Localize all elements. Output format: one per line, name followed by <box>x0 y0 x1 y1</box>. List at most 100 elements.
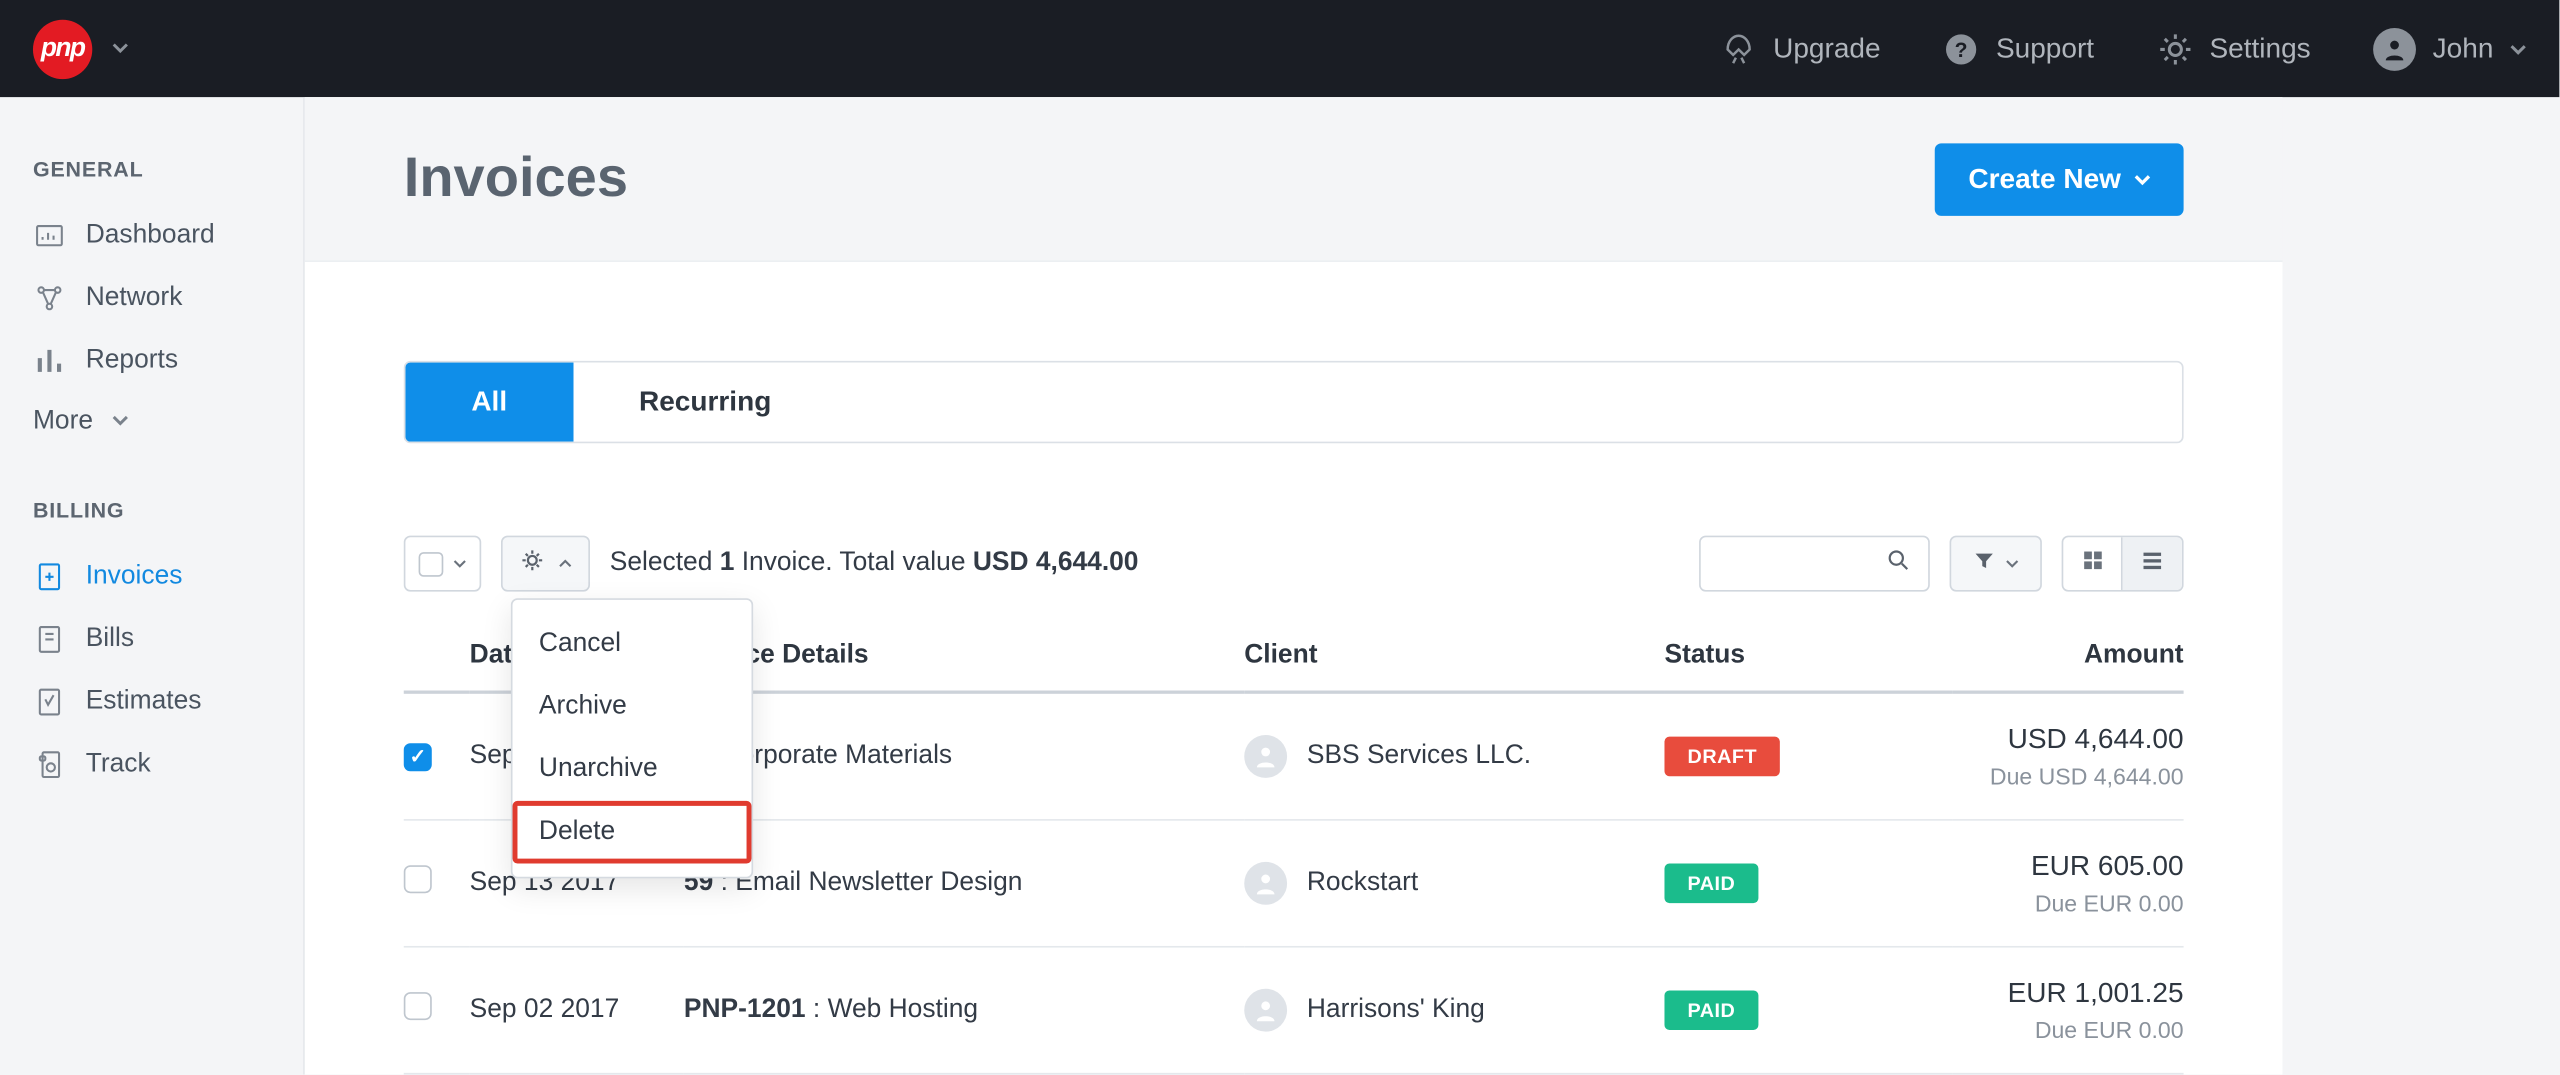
sidebar-item-label: Network <box>86 283 183 313</box>
th-client[interactable]: Client <box>1244 641 1664 692</box>
chevron-down-icon <box>2510 32 2526 65</box>
row-checkbox[interactable] <box>404 865 432 893</box>
tab-all[interactable]: All <box>405 363 573 442</box>
page-title: Invoices <box>404 147 1936 211</box>
nav-support[interactable]: ? Support <box>1943 30 2094 66</box>
sidebar-item-invoices[interactable]: Invoices <box>33 545 283 608</box>
nav-user-menu[interactable]: John <box>2373 27 2526 70</box>
th-details[interactable]: Invoice Details <box>684 641 1244 692</box>
status-badge: PAID <box>1664 864 1758 904</box>
status-badge: DRAFT <box>1664 737 1780 777</box>
cell-status: PAID <box>1664 820 1952 947</box>
nav-support-label: Support <box>1996 32 2094 65</box>
sidebar: GENERAL Dashboard Network Reports More B… <box>0 97 305 1074</box>
cell-details: 6 : Corporate Materials <box>684 692 1244 820</box>
gear-icon <box>2157 30 2193 66</box>
sidebar-item-network[interactable]: Network <box>33 267 283 330</box>
sidebar-item-more[interactable]: More <box>33 392 283 451</box>
select-all-dropdown[interactable] <box>404 536 481 592</box>
menu-item-unarchive[interactable]: Unarchive <box>513 738 752 801</box>
chevron-down-icon <box>112 34 128 64</box>
view-list-button[interactable] <box>2123 537 2182 590</box>
cell-status: DRAFT <box>1664 692 1952 820</box>
list-icon <box>2139 546 2165 581</box>
menu-item-archive[interactable]: Archive <box>513 676 752 739</box>
sidebar-item-dashboard[interactable]: Dashboard <box>33 204 283 267</box>
caret-up-icon <box>559 549 572 579</box>
track-icon <box>33 748 66 781</box>
client-avatar-icon <box>1244 989 1287 1032</box>
tab-bar: All Recurring <box>404 361 2184 443</box>
filter-icon <box>1973 548 1996 579</box>
gear-icon <box>519 546 545 581</box>
selection-summary: Selected 1 Invoice. Total value USD 4,64… <box>610 549 1139 579</box>
checkbox-icon <box>419 551 444 576</box>
filter-button[interactable] <box>1950 536 2042 592</box>
sidebar-item-label: Track <box>86 750 151 780</box>
nav-settings[interactable]: Settings <box>2157 30 2311 66</box>
client-avatar-icon <box>1244 735 1287 778</box>
sidebar-item-label: More <box>33 407 93 437</box>
sidebar-item-reports[interactable]: Reports <box>33 330 283 393</box>
menu-item-cancel[interactable]: Cancel <box>513 613 752 676</box>
client-avatar-icon <box>1244 862 1287 905</box>
search-icon <box>1885 546 1911 581</box>
brand-logo: pnp <box>33 19 92 78</box>
cell-status: PAID <box>1664 947 1952 1074</box>
cell-date: Sep 02 2017 <box>470 947 684 1074</box>
cell-client: SBS Services LLC. <box>1244 692 1664 820</box>
view-toggle <box>2062 536 2184 592</box>
nav-upgrade-label: Upgrade <box>1773 32 1880 65</box>
grid-icon <box>2079 546 2105 581</box>
table-row[interactable]: Sep 02 2017PNP-1201 : Web HostingHarriso… <box>404 947 2184 1074</box>
tab-recurring[interactable]: Recurring <box>573 363 837 442</box>
cell-amount: USD 4,644.00Due USD 4,644.00 <box>1953 692 2184 820</box>
invoice-icon <box>33 560 66 593</box>
menu-item-delete[interactable]: Delete <box>513 801 752 864</box>
table-toolbar: Cancel Archive Unarchive Delete Selected… <box>404 536 2184 592</box>
nav-settings-label: Settings <box>2209 32 2310 65</box>
bulk-actions-menu: Cancel Archive Unarchive Delete <box>511 598 753 878</box>
cell-amount: EUR 1,001.25Due EUR 0.00 <box>1953 947 2184 1074</box>
user-avatar-icon <box>2373 27 2416 70</box>
estimates-icon <box>33 686 66 719</box>
network-icon <box>33 282 66 315</box>
bills-icon <box>33 623 66 656</box>
sidebar-item-estimates[interactable]: Estimates <box>33 671 283 734</box>
search-input[interactable] <box>1699 536 1930 592</box>
bulk-actions-button[interactable] <box>501 536 590 592</box>
caret-down-icon <box>2006 549 2019 579</box>
row-checkbox[interactable] <box>404 742 432 770</box>
rocket-icon <box>1720 30 1756 66</box>
sidebar-item-label: Dashboard <box>86 221 215 251</box>
sidebar-item-label: Estimates <box>86 687 202 717</box>
create-new-button[interactable]: Create New <box>1935 143 2183 216</box>
svg-text:?: ? <box>1955 38 1968 61</box>
sidebar-item-label: Invoices <box>86 562 183 592</box>
status-badge: PAID <box>1664 990 1758 1030</box>
cell-amount: EUR 605.00Due EUR 0.00 <box>1953 820 2184 947</box>
reports-icon <box>33 344 66 377</box>
th-amount[interactable]: Amount <box>1953 641 2184 692</box>
row-checkbox[interactable] <box>404 992 432 1020</box>
chevron-down-icon <box>2134 162 2150 195</box>
view-grid-button[interactable] <box>2063 537 2122 590</box>
brand-switcher[interactable]: pnp <box>33 19 129 78</box>
cell-client: Harrisons' King <box>1244 947 1664 1074</box>
nav-user-label: John <box>2433 32 2494 65</box>
create-new-label: Create New <box>1968 162 2121 195</box>
nav-upgrade[interactable]: Upgrade <box>1720 30 1880 66</box>
sidebar-item-track[interactable]: Track <box>33 733 283 796</box>
sidebar-heading-billing: BILLING <box>33 498 283 523</box>
caret-down-icon <box>453 549 466 579</box>
th-status[interactable]: Status <box>1664 641 1952 692</box>
question-icon: ? <box>1943 30 1979 66</box>
sidebar-item-bills[interactable]: Bills <box>33 608 283 671</box>
cell-details: 59 : Email Newsletter Design <box>684 820 1244 947</box>
sidebar-item-label: Bills <box>86 625 134 655</box>
top-nav: pnp Upgrade ? Support Settings John <box>0 0 2559 97</box>
cell-details: PNP-1201 : Web Hosting <box>684 947 1244 1074</box>
sidebar-heading-general: GENERAL <box>33 157 283 182</box>
page-header: Invoices Create New <box>305 97 2283 262</box>
cell-client: Rockstart <box>1244 820 1664 947</box>
